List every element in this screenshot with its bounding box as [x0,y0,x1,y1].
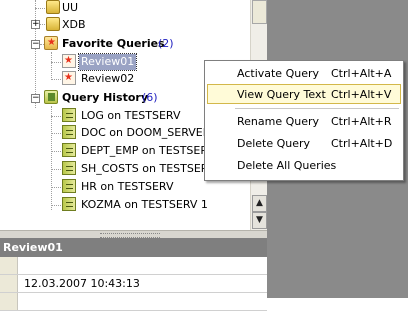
menu-item-shortcut: Ctrl+Alt+D [331,137,393,150]
menu-item-label: Delete All Queries [237,159,337,172]
tree-connector [35,0,36,108]
scrollbar-thumb[interactable] [252,0,267,24]
scroll-up-icon[interactable]: ▲ [252,195,267,212]
favorites-count: (2) [158,37,174,50]
expand-icon[interactable]: + [31,20,40,29]
tree-connector [51,79,61,80]
menu-item-label: Delete Query [237,137,311,150]
history-label: Query History [62,91,149,104]
tree-connector [51,151,61,152]
menu-item-shortcut: Ctrl+Alt+R [331,115,392,128]
info-row-gutter [0,293,18,310]
menu-item-rename-query[interactable]: Rename Query Ctrl+Alt+R [207,112,401,132]
history-count: (6) [142,91,158,104]
menu-item-shortcut: Ctrl+Alt+A [331,67,392,80]
favorites-label: Favorite Queries [62,37,165,50]
menu-separator [235,108,399,109]
tree-item-label: DEPT_EMP on TESTSERV [81,144,215,157]
menu-item-view-query-text[interactable]: View Query Text Ctrl+Alt+V [207,84,401,104]
favorites-folder-icon: ★ [44,36,58,50]
info-row: 12.03.2007 10:43:13 [0,275,267,293]
menu-item-delete-all-queries[interactable]: Delete All Queries [207,156,401,176]
history-folder-icon [44,90,58,104]
tree-item-label: SH_COSTS on TESTSERV [81,162,216,175]
menu-item-activate-query[interactable]: Activate Query Ctrl+Alt+A [207,64,401,84]
history-query-icon [62,161,76,175]
tree-connector [51,62,61,63]
tree-connector [51,133,61,134]
database-icon [46,17,60,31]
tree-connector [51,116,61,117]
menu-item-label: Rename Query [237,115,320,128]
collapse-icon[interactable]: − [31,94,40,103]
menu-item-label: Activate Query [237,67,320,80]
context-menu: Activate Query Ctrl+Alt+A View Query Tex… [204,60,404,181]
info-row-gutter [0,275,18,292]
tree-item-label: KOZMA on TESTSERV 1 [81,198,208,211]
tree-connector [51,205,61,206]
tree-item-label: LOG on TESTSERV [81,109,181,122]
tree-item-label: XDB [62,18,86,31]
history-query-icon [62,179,76,193]
history-query-icon [62,197,76,211]
favorite-query-icon: ★ [62,54,76,68]
info-panel-title: Review01 [0,238,267,257]
tree-item-label: UU [62,1,79,14]
tree-item-label: DOC on DOOM_SERVER [81,126,211,139]
database-icon [46,0,60,14]
info-row [0,293,267,311]
collapse-icon[interactable]: − [31,40,40,49]
history-query-icon [62,143,76,157]
info-value-date: 12.03.2007 10:43:13 [24,277,140,290]
history-query-icon [62,125,76,139]
menu-item-delete-query[interactable]: Delete Query Ctrl+Alt+D [207,134,401,154]
tree-connector [51,187,61,188]
tree-item-label: HR on TESTSERV [81,180,174,193]
tree-item-label: Review02 [81,72,135,85]
tree-connector [51,169,61,170]
menu-item-label: View Query Text [237,88,326,101]
menu-item-shortcut: Ctrl+Alt+V [331,88,392,101]
tree-connector [51,52,52,80]
favorite-query-icon: ★ [62,71,76,85]
tree-item-label: Review01 [77,53,138,71]
info-row [0,257,267,275]
history-query-icon [62,108,76,122]
pane-splitter[interactable] [0,230,267,238]
tree-connector [51,106,52,210]
info-row-gutter [0,257,18,274]
scroll-down-icon[interactable]: ▼ [252,212,267,229]
